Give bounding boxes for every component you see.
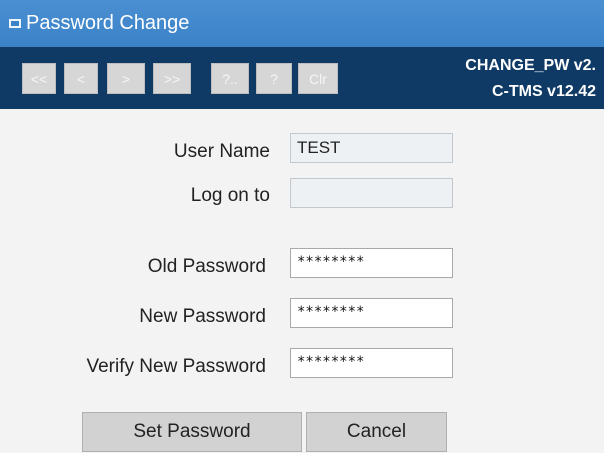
list-values-button[interactable]: ?.. <box>211 63 249 94</box>
user-name-label: User Name <box>173 141 270 162</box>
app-icon <box>9 19 21 28</box>
help-button[interactable]: ? <box>256 63 292 94</box>
previous-record-button[interactable]: < <box>64 63 98 94</box>
first-record-button[interactable]: << <box>22 63 56 94</box>
user-name-field[interactable]: TEST <box>290 133 453 163</box>
new-password-field[interactable]: ******** <box>290 298 453 328</box>
cancel-button[interactable]: Cancel <box>306 412 447 452</box>
clear-button[interactable]: Clr <box>298 63 338 94</box>
toolbar: << < > >> ?.. ? Clr CHANGE_PW v2. C-TMS … <box>0 47 604 109</box>
old-password-label: Old Password <box>147 256 266 277</box>
last-record-button[interactable]: >> <box>153 63 191 94</box>
verify-password-label: Verify New Password <box>86 356 266 377</box>
set-password-button[interactable]: Set Password <box>82 412 302 452</box>
log-on-to-field[interactable] <box>290 178 453 208</box>
title-bar: Password Change <box>0 0 604 47</box>
log-on-to-label: Log on to <box>190 185 270 206</box>
verify-password-field[interactable]: ******** <box>290 348 453 378</box>
next-record-button[interactable]: > <box>107 63 145 94</box>
version-line-2: C-TMS v12.42 <box>491 83 596 100</box>
version-line-1: CHANGE_PW v2. <box>465 57 596 74</box>
new-password-label: New Password <box>139 306 266 327</box>
window-title: Password Change <box>26 12 190 34</box>
version-info: CHANGE_PW v2. C-TMS v12.42 <box>465 53 596 105</box>
old-password-field[interactable]: ******** <box>290 248 453 278</box>
